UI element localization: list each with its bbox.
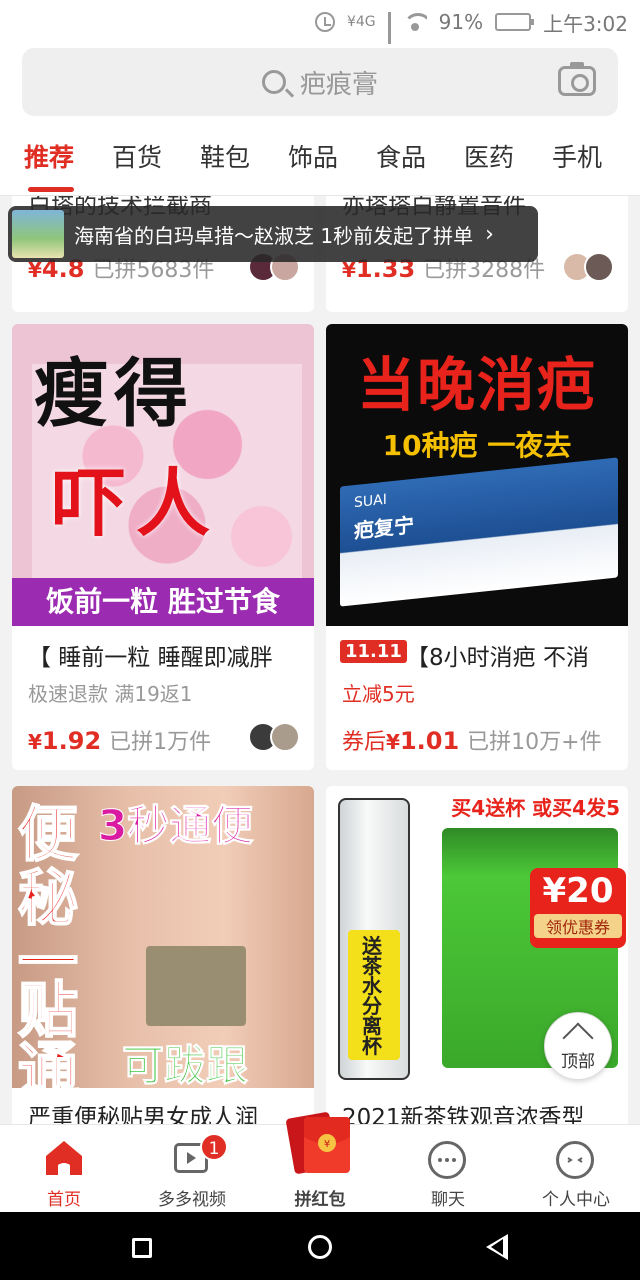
image-subheadline: 可跋跟 [121, 1041, 249, 1089]
bottom-navigation: 首页 多多视频 拼红包 聊天 个人中心 1 ¥ [0, 1112, 640, 1212]
ointment-box: SUAI 疤复宁 [340, 457, 618, 607]
product-tags: 极速退款 满19返1 [28, 682, 193, 706]
product-price: 1.92 [41, 727, 102, 755]
tab-accessories[interactable]: 饰品 [288, 124, 376, 196]
nav-red-envelope-label: 拼红包 [294, 1190, 346, 1210]
bottle-label: 送茶水分离杯 [348, 930, 400, 1060]
product-title: 严重便秘贴男女成人润 [28, 1105, 258, 1124]
nav-profile-label: 个人中心 [542, 1190, 610, 1210]
svg-text:¥: ¥ [324, 1139, 330, 1150]
category-tabs: 推荐 百货 鞋包 饰品 食品 医药 手机 [0, 124, 640, 196]
battery-percent: 91% [438, 10, 484, 34]
signal-icon [387, 12, 391, 60]
alarm-icon [314, 12, 335, 32]
search-area: 疤痕膏 [0, 44, 640, 124]
chat-icon [428, 1141, 466, 1179]
back-to-top-button[interactable]: 顶部 [544, 1012, 612, 1080]
currency-symbol: ¥ [28, 730, 42, 754]
image-headline: 当晚消疤 [356, 351, 597, 419]
product-card[interactable]: 瘦得 吓人 饭前一粒 胜过节食 【 睡前一粒 睡醒即减胖 极速退款 满19返1 … [12, 324, 314, 770]
notification-badge: 1 [200, 1133, 228, 1161]
buyer-avatars [562, 252, 614, 282]
wifi-icon [402, 13, 427, 31]
bottle-label-text: 送茶水分离杯 [362, 934, 382, 1058]
nav-home[interactable]: 首页 [0, 1125, 128, 1212]
price-prefix: 券后 [342, 730, 387, 755]
coupon-badge[interactable]: ¥20 领优惠券 [530, 868, 626, 948]
product-feed: 白塔的技术拦截商 ¥ 4.8 已拼5683件 亦塔塔白静置音件 ¥ 1.33 已… [0, 196, 640, 1124]
tab-general-goods[interactable]: 百货 [112, 124, 200, 196]
nav-video-label: 多多视频 [158, 1190, 226, 1210]
image-subheadline: 10种疤 一夜去 [382, 429, 572, 462]
tab-recommend[interactable]: 推荐 [24, 124, 112, 196]
product-image: 瘦得 吓人 饭前一粒 胜过节食 [12, 324, 314, 626]
price-row: 券后 ¥ 1.01 已拼10万+件 [342, 724, 602, 756]
chevron-right-icon: › [485, 221, 494, 247]
product-image: 当晚消疤 10种疤 一夜去 SUAI 疤复宁 [326, 324, 628, 626]
nav-chat-label: 聊天 [431, 1190, 465, 1210]
image-headline: 买4送杯 或买4发5 [451, 796, 620, 820]
image-headline: 3秒通便 [97, 801, 254, 851]
image-band: 饭前一粒 胜过节食 [12, 578, 314, 626]
signal-label: ¥4G [346, 14, 376, 30]
search-bar[interactable]: 疤痕膏 [22, 48, 618, 116]
image-headline: 瘦得 [34, 351, 194, 437]
promo-badge: 11.11 [340, 640, 407, 663]
status-bar: ¥4G 91% 上午3:02 [0, 0, 640, 60]
profile-icon [556, 1141, 594, 1179]
home-button-icon[interactable] [308, 1235, 332, 1259]
box-brand: SUAI [354, 491, 387, 512]
group-buy-notification[interactable]: 海南省的白玛卓措～赵淑芝 1秒前发起了拼单 › [8, 206, 538, 262]
product-title: 【 睡前一粒 睡醒即减胖 [28, 645, 273, 671]
coupon-label: 领优惠券 [534, 914, 622, 938]
camera-icon[interactable] [558, 62, 596, 96]
product-title: 【8小时消疤 不消 [406, 645, 589, 671]
product-price: 1.01 [399, 727, 460, 755]
recent-apps-icon[interactable] [132, 1238, 152, 1258]
clock: 上午3:02 [543, 11, 628, 36]
battery-icon [495, 13, 535, 31]
tab-shoes-bags[interactable]: 鞋包 [200, 124, 288, 196]
sold-count: 已拼10万+件 [467, 730, 602, 755]
coupon-amount: ¥20 [542, 871, 614, 911]
notification-text: 海南省的白玛卓措～赵淑芝 1秒前发起了拼单 [74, 223, 474, 248]
avatar [270, 722, 300, 752]
avatar [584, 252, 614, 282]
promo-text: 立减5元 [342, 682, 415, 706]
sold-count: 已拼1万件 [109, 730, 212, 755]
product-title: 2021新茶铁观音浓香型 [342, 1105, 585, 1124]
image-subheadline: 吓人 [52, 461, 220, 547]
tab-medicine[interactable]: 医药 [464, 124, 552, 196]
product-card[interactable]: 当晚消疤 10种疤 一夜去 SUAI 疤复宁 11.11 【8小时消疤 不消 立… [326, 324, 628, 770]
currency-symbol: ¥ [386, 730, 400, 754]
tab-phones[interactable]: 手机 [552, 124, 640, 196]
patch-photo [146, 946, 246, 1026]
box-name: 疤复宁 [354, 512, 414, 544]
tab-food[interactable]: 食品 [376, 124, 464, 196]
product-card[interactable]: 便 秘 一 贴 通 3秒通便 可跋跟 严重便秘贴男女成人润 [12, 786, 314, 1124]
home-icon [46, 1141, 82, 1175]
price-row: ¥ 1.92 已拼1万件 [28, 724, 211, 756]
product-image: 便 秘 一 贴 通 3秒通便 可跋跟 [12, 786, 314, 1088]
notification-thumbnail [12, 210, 64, 258]
buyer-avatars [248, 722, 300, 752]
red-envelope-icon: ¥ [286, 1112, 350, 1174]
system-navigation-bar [0, 1212, 640, 1280]
tea-bottle: 送茶水分离杯 [338, 798, 410, 1080]
back-icon[interactable] [486, 1234, 508, 1260]
search-icon [261, 70, 286, 94]
image-vertical-5: 通 [17, 1035, 79, 1088]
back-to-top-label: 顶部 [561, 1052, 595, 1072]
nav-home-label: 首页 [47, 1190, 81, 1210]
search-placeholder: 疤痕膏 [299, 69, 378, 100]
